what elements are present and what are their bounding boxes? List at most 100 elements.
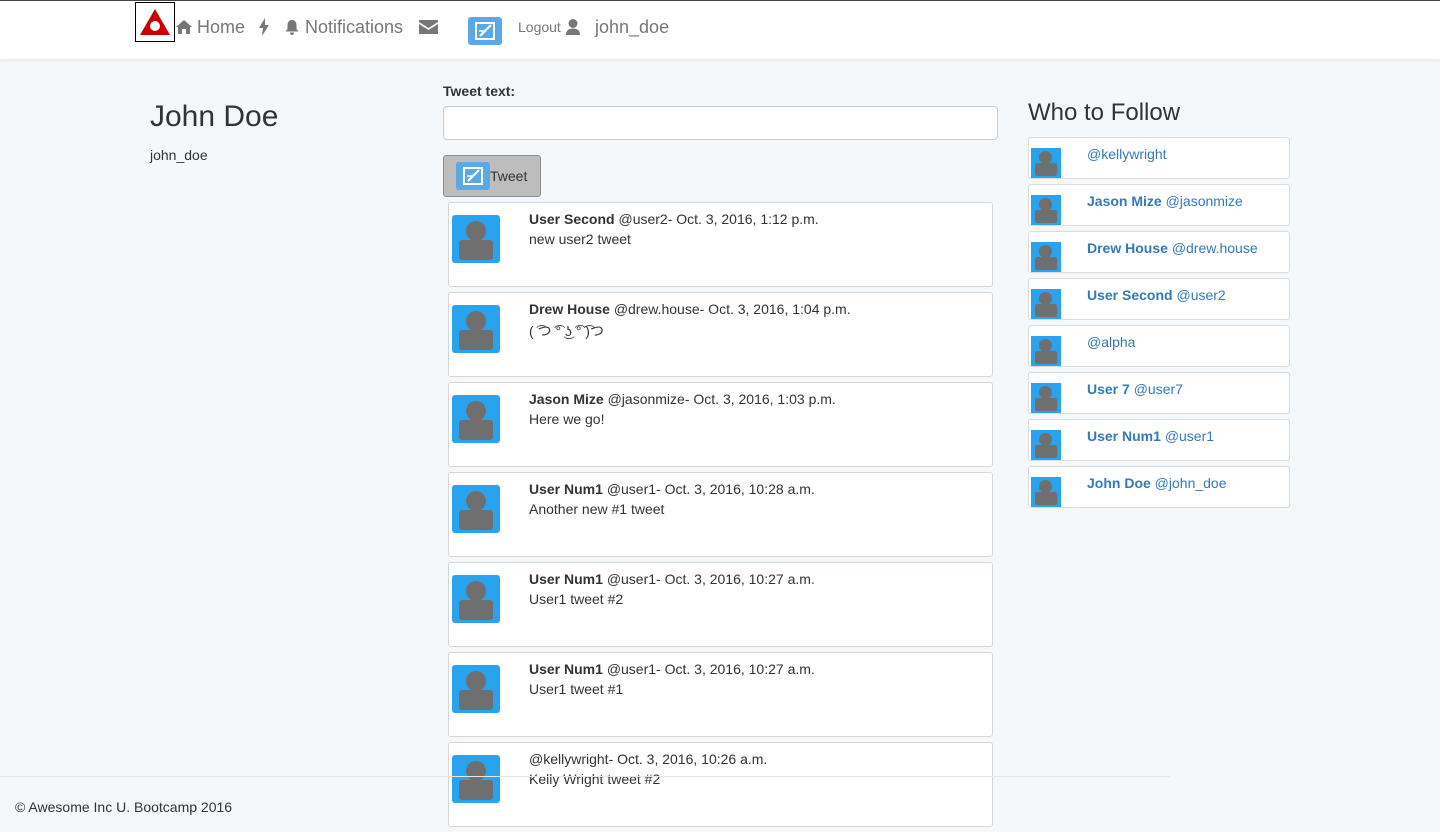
logo-link[interactable] — [135, 2, 175, 42]
tweet-meta: @jasonmize- Oct. 3, 2016, 1:03 p.m. — [607, 391, 836, 407]
profile-name: John Doe — [150, 100, 279, 133]
avatar[interactable] — [452, 755, 500, 803]
tweet-button[interactable]: Tweet — [443, 155, 541, 197]
tweet-text: User1 tweet #2 — [529, 591, 624, 607]
compose-tweet-button[interactable] — [468, 17, 502, 45]
avatar[interactable] — [452, 485, 500, 533]
compose-icon — [456, 162, 490, 190]
avatar[interactable] — [452, 395, 500, 443]
avatar[interactable] — [452, 665, 500, 713]
nav-notifications[interactable]: Notifications — [284, 15, 403, 39]
follow-suggestion-link[interactable]: Jason Mize @jasonmize — [1087, 193, 1243, 209]
nav-username[interactable]: john_doe — [595, 15, 669, 39]
follow-suggestion-link[interactable]: User Second @user2 — [1087, 287, 1226, 303]
tweet-text: new user2 tweet — [529, 231, 631, 247]
tweet-text-input[interactable] — [443, 106, 998, 140]
follow-name: Drew House — [1087, 240, 1168, 256]
tweet-meta: @user1- Oct. 3, 2016, 10:27 a.m. — [606, 661, 815, 677]
footer-divider — [0, 776, 1170, 777]
follow-suggestion: User Second @user2 — [1028, 278, 1290, 320]
who-to-follow-title: Who to Follow — [1028, 99, 1181, 126]
tweet-text: User1 tweet #1 — [529, 681, 624, 697]
avatar[interactable] — [1031, 336, 1061, 366]
avatar[interactable] — [1031, 477, 1061, 507]
footer-copyright: © Awesome Inc U. Bootcamp 2016 — [15, 799, 233, 815]
follow-suggestion-link[interactable]: @kellywright — [1087, 146, 1167, 162]
home-icon — [176, 20, 192, 34]
profile-handle: john_doe — [150, 147, 208, 163]
avatar[interactable] — [452, 215, 500, 263]
follow-suggestion: Jason Mize @jasonmize — [1028, 184, 1290, 226]
follow-suggestion: Drew House @drew.house — [1028, 231, 1290, 273]
tweet-card: Drew House @drew.house- Oct. 3, 2016, 1:… — [448, 292, 993, 377]
tweet-author[interactable]: User Second — [529, 211, 615, 227]
tweet-card: Jason Mize @jasonmize- Oct. 3, 2016, 1:0… — [448, 382, 993, 467]
tweet-card: User Second @user2- Oct. 3, 2016, 1:12 p… — [448, 202, 993, 287]
tweet-author[interactable]: User Num1 — [529, 481, 603, 497]
tweet-meta: @drew.house- Oct. 3, 2016, 1:04 p.m. — [613, 301, 851, 317]
navbar: Home Notifications Logout john_doe — [0, 0, 1440, 60]
follow-suggestion-link[interactable]: John Doe @john_doe — [1087, 475, 1227, 491]
tweet-author[interactable]: User Num1 — [529, 661, 603, 677]
avatar[interactable] — [1031, 195, 1061, 225]
follow-name: User Second — [1087, 287, 1173, 303]
tweet-author[interactable]: User Num1 — [529, 571, 603, 587]
user-icon — [565, 19, 580, 35]
follow-handle: @alpha — [1087, 334, 1136, 350]
logout-link[interactable]: Logout — [518, 15, 580, 39]
nav-messages[interactable] — [419, 15, 438, 39]
nav-notifications-label: Notifications — [305, 16, 404, 37]
tweet-feed: User Second @user2- Oct. 3, 2016, 1:12 p… — [448, 202, 993, 832]
follow-suggestion-link[interactable]: User 7 @user7 — [1087, 381, 1183, 397]
nav-home[interactable]: Home — [176, 15, 245, 39]
follow-handle: @user2 — [1176, 287, 1226, 303]
avatar[interactable] — [1031, 289, 1061, 319]
follow-suggestion: User Num1 @user1 — [1028, 419, 1290, 461]
who-to-follow-list: @kellywright Jason Mize @jasonmize Drew … — [1028, 137, 1290, 513]
envelope-icon — [419, 20, 438, 34]
follow-suggestion: @kellywright — [1028, 137, 1290, 179]
logout-label: Logout — [518, 19, 561, 35]
follow-suggestion: User 7 @user7 — [1028, 372, 1290, 414]
tweet-text: ( ͡つ ͡° ͜ʖ ͡° ͡)つ — [529, 323, 604, 339]
tweet-meta: @kellywright- Oct. 3, 2016, 10:26 a.m. — [529, 751, 768, 767]
follow-handle: @drew.house — [1171, 240, 1258, 256]
follow-suggestion-link[interactable]: User Num1 @user1 — [1087, 428, 1214, 444]
tweet-card: User Num1 @user1- Oct. 3, 2016, 10:27 a.… — [448, 562, 993, 647]
triangle-logo-icon — [140, 9, 170, 35]
avatar[interactable] — [1031, 148, 1061, 178]
tweet-text-label: Tweet text: — [443, 83, 516, 99]
avatar[interactable] — [452, 305, 500, 353]
tweet-meta: @user2- Oct. 3, 2016, 1:12 p.m. — [618, 211, 819, 227]
tweet-text: Another new #1 tweet — [529, 501, 665, 517]
follow-handle: @user1 — [1164, 428, 1215, 444]
follow-suggestion: John Doe @john_doe — [1028, 466, 1290, 508]
nav-username-label: john_doe — [595, 16, 670, 37]
avatar[interactable] — [1031, 242, 1061, 272]
tweet-meta: @user1- Oct. 3, 2016, 10:28 a.m. — [606, 481, 815, 497]
bell-icon — [285, 20, 299, 35]
tweet-author[interactable]: Drew House — [529, 301, 610, 317]
compose-icon — [475, 22, 495, 40]
follow-handle: @jasonmize — [1165, 193, 1243, 209]
tweet-card: @kellywright- Oct. 3, 2016, 10:26 a.m. K… — [448, 742, 993, 827]
nav-moments[interactable] — [259, 15, 269, 39]
tweet-author[interactable]: Jason Mize — [529, 391, 604, 407]
follow-name: User 7 — [1087, 381, 1130, 397]
tweet-text: Kelly Wright tweet #2 — [529, 771, 661, 787]
follow-handle: @user7 — [1133, 381, 1183, 397]
avatar[interactable] — [452, 575, 500, 623]
bolt-icon — [259, 18, 269, 36]
nav-home-label: Home — [197, 16, 246, 37]
avatar[interactable] — [1031, 430, 1061, 460]
tweet-text: Here we go! — [529, 411, 605, 427]
follow-name: John Doe — [1087, 475, 1151, 491]
tweet-button-label: Tweet — [490, 168, 528, 184]
tweet-card: User Num1 @user1- Oct. 3, 2016, 10:28 a.… — [448, 472, 993, 557]
follow-suggestion-link[interactable]: @alpha — [1087, 334, 1135, 350]
tweet-card: User Num1 @user1- Oct. 3, 2016, 10:27 a.… — [448, 652, 993, 737]
follow-suggestion-link[interactable]: Drew House @drew.house — [1087, 240, 1258, 256]
avatar[interactable] — [1031, 383, 1061, 413]
follow-handle: @kellywright — [1087, 146, 1167, 162]
follow-handle: @john_doe — [1154, 475, 1227, 491]
